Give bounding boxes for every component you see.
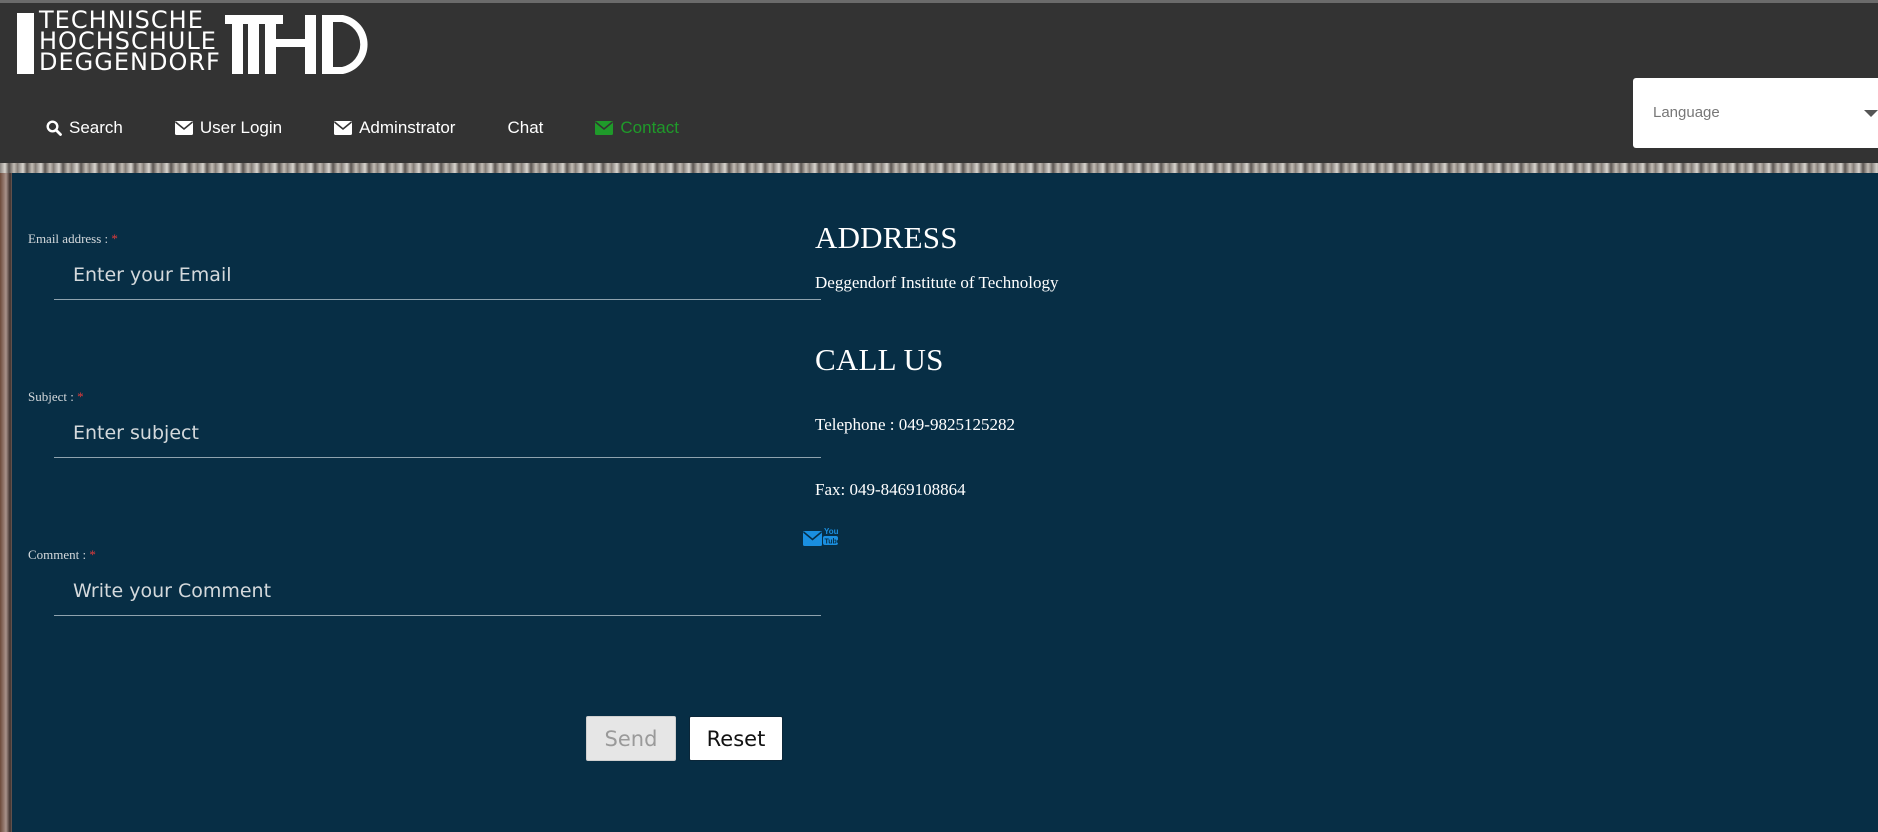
mail-icon[interactable]	[802, 531, 823, 551]
required-mark: *	[111, 231, 118, 246]
send-button[interactable]: Send	[586, 716, 676, 761]
nav-contact-label: Contact	[620, 118, 679, 137]
svg-text:Tube: Tube	[825, 539, 840, 546]
envelope-icon	[595, 121, 614, 135]
envelope-icon	[174, 121, 193, 135]
nav-administrator[interactable]: Adminstrator	[334, 118, 455, 138]
language-select[interactable]: Language	[1633, 78, 1878, 148]
telephone-text: Telephone : 049-9825125282	[815, 415, 1015, 434]
logo-bar	[17, 13, 34, 74]
logo-words: TECHNISCHE HOCHSCHULE DEGGENDORF	[39, 8, 239, 76]
comment-field[interactable]	[54, 566, 821, 616]
reset-button[interactable]: Reset	[689, 716, 783, 761]
comment-label: Comment : *	[28, 547, 96, 563]
nav-chat[interactable]: Chat	[507, 118, 543, 138]
nav-administrator-label: Adminstrator	[359, 118, 456, 137]
subject-label: Subject : *	[28, 389, 84, 405]
thd-logo-mark	[225, 15, 368, 74]
logo[interactable]: TECHNISCHE HOCHSCHULE DEGGENDORF	[17, 8, 377, 77]
youtube-icon[interactable]: You Tube	[822, 526, 841, 551]
required-mark: *	[77, 389, 84, 404]
envelope-icon	[334, 121, 353, 135]
comment-label-text: Comment :	[28, 547, 87, 562]
chevron-down-icon	[1864, 110, 1878, 117]
fax-text: Fax: 049-8469108864	[815, 480, 966, 499]
nav-user-login[interactable]: User Login	[174, 118, 283, 138]
subject-label-text: Subject :	[28, 389, 74, 404]
nav-contact[interactable]: Contact	[595, 118, 679, 138]
nav-search-label: Search	[69, 118, 123, 137]
address-text: Deggendorf Institute of Technology	[815, 273, 1059, 292]
site-header: TECHNISCHE HOCHSCHULE DEGGENDORF Search	[0, 3, 1878, 163]
svg-text:You: You	[824, 527, 839, 536]
nav-user-login-label: User Login	[199, 118, 283, 137]
call-us-heading: CALL US	[815, 342, 944, 377]
nav-search[interactable]: Search	[46, 118, 123, 138]
library-background-top	[0, 163, 1878, 173]
email-label-text: Email address :	[28, 231, 109, 246]
nav-chat-label: Chat	[507, 118, 544, 137]
language-select-label: Language	[1653, 104, 1720, 121]
social-links: You Tube	[802, 526, 841, 551]
email-label: Email address : *	[28, 231, 118, 247]
search-icon	[46, 120, 62, 136]
logo-line-3: DEGGENDORF	[39, 48, 221, 76]
email-field[interactable]	[54, 250, 821, 300]
contact-panel: Email address : * Subject : * Comment : …	[12, 173, 1878, 832]
main-nav: Search User Login Adminstrator Chat Cont	[46, 113, 731, 143]
required-mark: *	[89, 547, 96, 562]
subject-field[interactable]	[54, 408, 821, 458]
address-heading: ADDRESS	[815, 220, 958, 255]
